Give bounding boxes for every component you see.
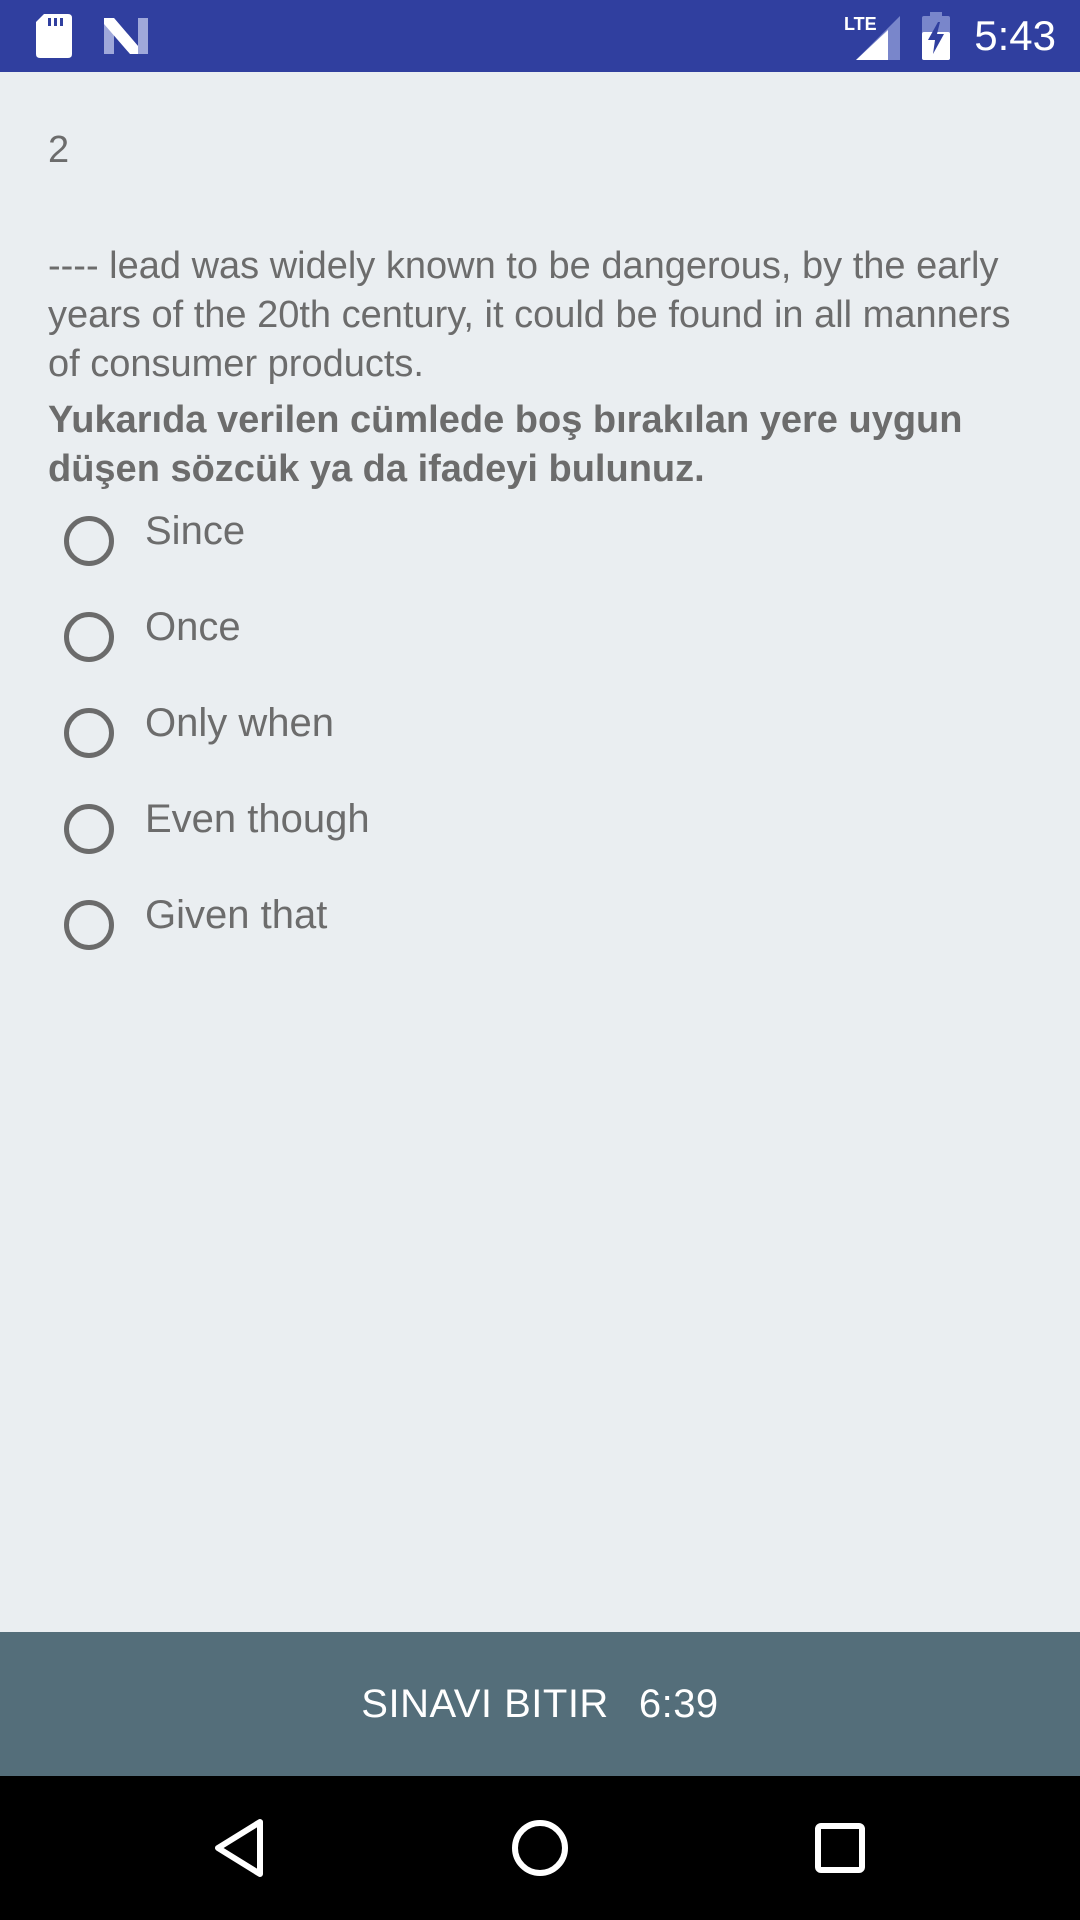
- question-number: 2: [48, 129, 70, 171]
- back-icon[interactable]: [198, 1806, 282, 1890]
- exam-timer: 6:39: [638, 1681, 719, 1726]
- svg-text:LTE: LTE: [844, 14, 877, 34]
- radio-button[interactable]: [64, 900, 114, 950]
- sd-card-icon: [36, 14, 72, 63]
- answer-option[interactable]: Since: [64, 506, 964, 586]
- finish-exam-button[interactable]: SINAVI BITIR 6:39: [0, 1632, 1080, 1776]
- answer-option[interactable]: Once: [64, 602, 964, 682]
- radio-button[interactable]: [64, 804, 114, 854]
- question-text: ---- lead was widely known to be dangero…: [48, 245, 1011, 385]
- answer-option[interactable]: Even though: [64, 794, 964, 874]
- option-label[interactable]: Only when: [145, 698, 334, 748]
- option-label[interactable]: Given that: [145, 890, 327, 940]
- answer-option[interactable]: Only when: [64, 698, 964, 778]
- option-label[interactable]: Since: [145, 506, 245, 556]
- option-label[interactable]: Even though: [145, 794, 370, 844]
- radio-button[interactable]: [64, 516, 114, 566]
- battery-charging-icon: [922, 12, 950, 65]
- status-time: 5:43: [974, 12, 1056, 59]
- navigation-bar: [0, 1776, 1080, 1920]
- recents-icon[interactable]: [798, 1806, 882, 1890]
- home-icon[interactable]: [498, 1806, 582, 1890]
- question-instruction: Yukarıda verilen cümlede boş bırakılan y…: [48, 399, 963, 490]
- n-logo-icon: [104, 14, 148, 63]
- radio-button[interactable]: [64, 708, 114, 758]
- lte-signal-icon: LTE: [842, 12, 900, 65]
- status-bar: LTE 5:43: [0, 0, 1080, 72]
- radio-button[interactable]: [64, 612, 114, 662]
- finish-exam-label: SINAVI BITIR: [361, 1681, 609, 1726]
- option-label[interactable]: Once: [145, 602, 241, 652]
- answer-option[interactable]: Given that: [64, 890, 964, 970]
